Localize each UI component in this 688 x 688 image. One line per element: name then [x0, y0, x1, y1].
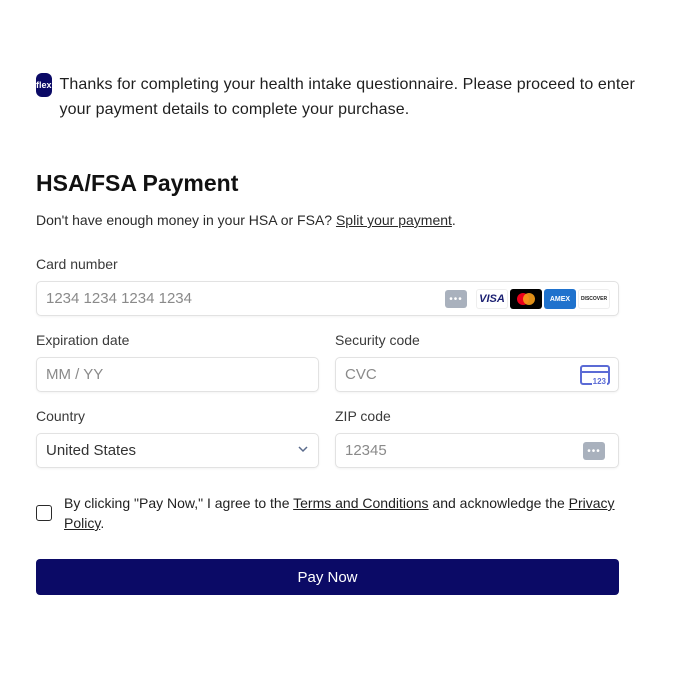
- security-code-label: Security code: [335, 332, 420, 348]
- expiration-label: Expiration date: [36, 332, 130, 348]
- security-code-placeholder: CVC: [345, 366, 377, 383]
- intake-notice: flex Thanks for completing your health i…: [36, 72, 636, 122]
- visa-icon: VISA: [476, 289, 508, 309]
- card-number-placeholder: 1234 1234 1234 1234: [46, 290, 192, 307]
- zip-label: ZIP code: [335, 408, 391, 424]
- cvc-card-icon: 123: [580, 365, 610, 386]
- country-select[interactable]: United States: [36, 433, 319, 468]
- country-value: United States: [46, 442, 137, 459]
- expiration-input[interactable]: MM / YY: [36, 357, 319, 392]
- page-title: HSA/FSA Payment: [36, 170, 239, 196]
- cvc-icon-number: 123: [591, 377, 607, 386]
- notice-message: Thanks for completing your health intake…: [59, 76, 635, 118]
- zip-input[interactable]: 12345 •••: [335, 433, 619, 468]
- terms-link[interactable]: Terms and Conditions: [293, 495, 428, 511]
- terms-text: By clicking "Pay Now," I agree to the Te…: [64, 493, 634, 533]
- terms-prefix: By clicking "Pay Now," I agree to the: [64, 495, 294, 511]
- terms-middle: and acknowledge the: [428, 495, 569, 511]
- security-code-input[interactable]: CVC 123: [335, 357, 619, 392]
- pay-now-button[interactable]: Pay Now: [36, 559, 619, 595]
- generic-card-icon: •••: [445, 290, 467, 308]
- expiration-placeholder: MM / YY: [46, 366, 104, 383]
- discover-icon: DISCOVER: [578, 289, 610, 309]
- card-number-input[interactable]: 1234 1234 1234 1234 ••• VISA AMEX DISCOV…: [36, 281, 619, 316]
- split-payment-link[interactable]: Split your payment: [336, 212, 452, 228]
- chevron-down-icon: [298, 446, 308, 453]
- terms-checkbox[interactable]: [36, 505, 52, 521]
- subtitle-text: Don't have enough money in your HSA or F…: [36, 212, 336, 228]
- country-label: Country: [36, 408, 86, 424]
- zip-placeholder: 12345: [345, 442, 387, 459]
- flex-logo: flex: [36, 73, 52, 97]
- subtitle-suffix: .: [451, 212, 456, 228]
- amex-icon: AMEX: [544, 289, 576, 309]
- card-number-label: Card number: [36, 256, 118, 272]
- payment-subtitle: Don't have enough money in your HSA or F…: [36, 212, 456, 228]
- card-brand-logos: ••• VISA AMEX DISCOVER: [445, 289, 610, 309]
- generic-card-icon: •••: [583, 442, 605, 460]
- terms-suffix: .: [100, 515, 105, 531]
- mastercard-icon: [510, 289, 542, 309]
